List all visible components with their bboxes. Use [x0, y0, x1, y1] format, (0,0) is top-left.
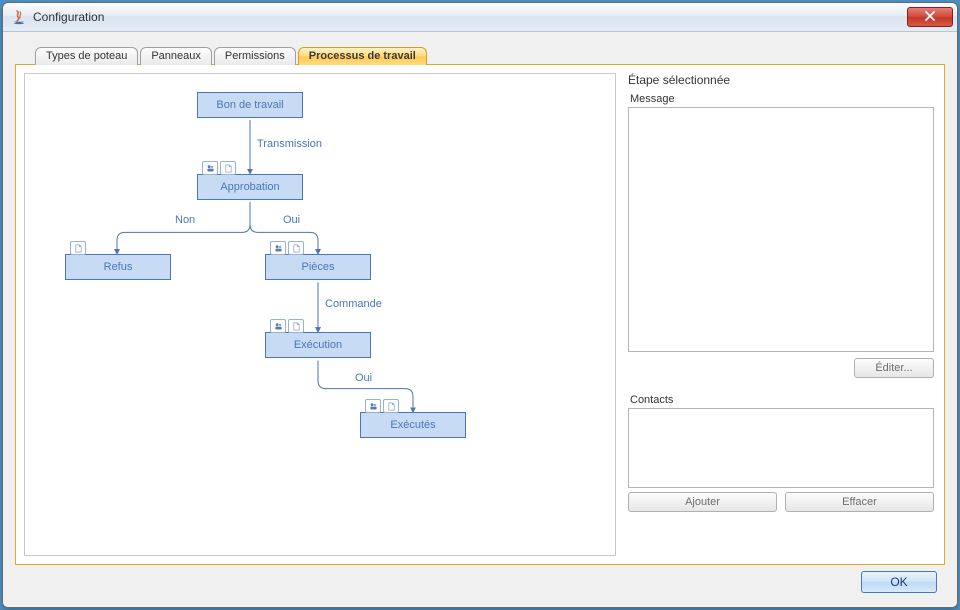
workflow-node-refus[interactable]: Refus	[65, 254, 171, 280]
tab-panel-processus: Bon de travail Approbation Refus	[15, 64, 945, 565]
message-textarea[interactable]	[628, 107, 934, 352]
edge-label-non: Non	[175, 214, 195, 226]
workflow-node-approbation[interactable]: Approbation	[197, 174, 303, 200]
document-icon	[220, 161, 236, 175]
edge-label-transmission: Transmission	[257, 138, 322, 150]
tab-strip: Types de poteau Panneaux Permissions Pro…	[35, 42, 945, 64]
edit-button[interactable]: Éditer...	[854, 358, 934, 378]
workflow-node-pieces[interactable]: Pièces	[265, 254, 371, 280]
edge-label-oui-approbation: Oui	[283, 214, 300, 226]
users-icon	[365, 399, 381, 413]
node-icons	[270, 241, 304, 255]
node-icons	[365, 399, 399, 413]
document-icon	[288, 241, 304, 255]
contacts-list[interactable]	[628, 408, 934, 488]
users-icon	[202, 161, 218, 175]
workflow-node-executes[interactable]: Exécutés	[360, 412, 466, 438]
edge-label-oui-execution: Oui	[355, 372, 372, 384]
document-icon	[383, 399, 399, 413]
add-contact-button[interactable]: Ajouter	[628, 492, 777, 512]
side-panel-etape: Étape sélectionnée Message Éditer... Con…	[624, 65, 944, 564]
dialog-button-bar: OK	[15, 565, 945, 599]
edge-label-commande: Commande	[325, 298, 382, 310]
workflow-canvas[interactable]: Bon de travail Approbation Refus	[24, 73, 616, 556]
tab-processus-de-travail[interactable]: Processus de travail	[298, 47, 427, 65]
node-icons	[70, 241, 86, 255]
configuration-window: Configuration Types de poteau Panneaux P…	[2, 2, 958, 608]
document-icon	[70, 241, 86, 255]
tab-panneaux[interactable]: Panneaux	[140, 47, 212, 65]
users-icon	[270, 241, 286, 255]
workflow-node-execution[interactable]: Exécution	[265, 332, 371, 358]
close-button[interactable]	[907, 7, 953, 27]
side-heading: Étape sélectionnée	[628, 73, 934, 87]
close-icon	[925, 10, 935, 24]
tab-types-de-poteau[interactable]: Types de poteau	[35, 47, 138, 65]
ok-button[interactable]: OK	[861, 571, 937, 593]
users-icon	[270, 319, 286, 333]
java-app-icon	[11, 9, 27, 25]
clear-contacts-button[interactable]: Effacer	[785, 492, 934, 512]
contacts-label: Contacts	[630, 394, 934, 406]
node-icons	[270, 319, 304, 333]
workflow-node-bon-de-travail[interactable]: Bon de travail	[197, 92, 303, 118]
window-titlebar[interactable]: Configuration	[3, 3, 957, 32]
client-area: Types de poteau Panneaux Permissions Pro…	[3, 32, 957, 607]
node-icons	[202, 161, 236, 175]
tab-permissions[interactable]: Permissions	[214, 47, 296, 65]
message-label: Message	[630, 93, 934, 105]
window-title: Configuration	[33, 10, 907, 24]
document-icon	[288, 319, 304, 333]
